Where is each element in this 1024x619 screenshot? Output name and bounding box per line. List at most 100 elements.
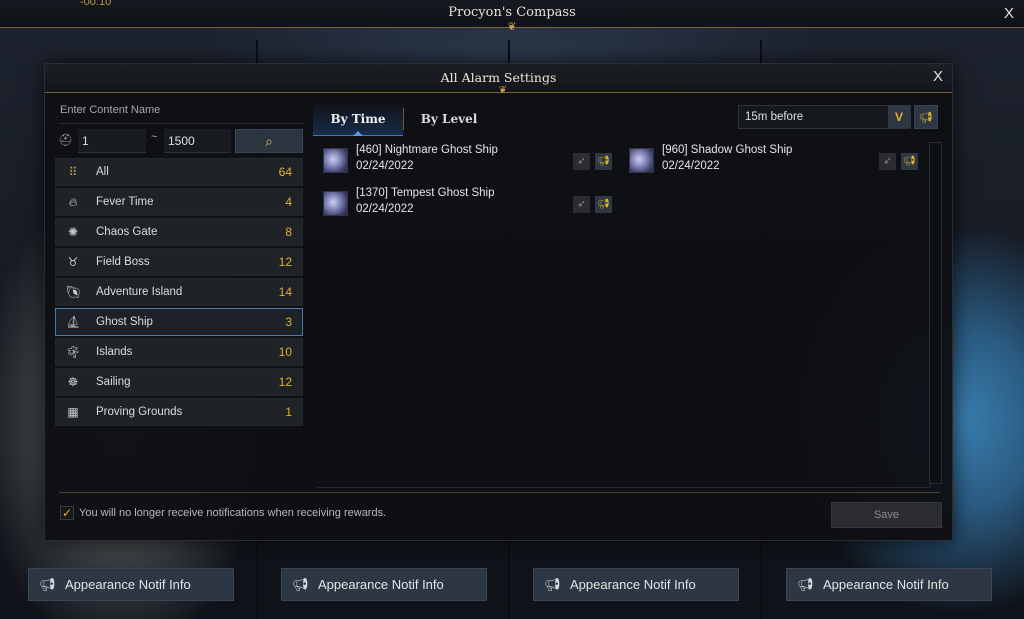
window-close-button[interactable]: X [1004,5,1014,22]
category-label: Chaos Gate [96,226,158,238]
alarm-entry: [1370] Tempest Ghost Ship 02/24/2022 ➶ 📢… [317,187,617,223]
compass-icon: ➶ [577,156,586,167]
list-scrollbar[interactable] [929,142,942,484]
appearance-notif-button[interactable]: 📢︎ Appearance Notif Info [786,568,992,601]
alarm-entry: [460] Nightmare Ghost Ship 02/24/2022 ➶ … [317,144,617,180]
category-count: 8 [285,225,292,239]
compass-pin-button[interactable]: ➶ [879,153,896,170]
button-label: Appearance Notif Info [570,577,696,592]
appearance-notif-button[interactable]: 📢︎ Appearance Notif Info [533,568,739,601]
level-min-input[interactable] [78,129,146,153]
horned-skull-icon: ♉︎ [67,255,79,269]
category-item-islands[interactable]: 🌴︎ Islands 10 [55,338,303,366]
appearance-notif-button[interactable]: 📢︎ Appearance Notif Info [281,568,487,601]
ghost-ship-thumbnail [323,191,348,216]
divider [59,492,940,493]
reward-notice: ✓ You will no longer receive notificatio… [60,506,386,520]
entry-date: 02/24/2022 [356,160,414,172]
ship-wheel-icon: ☸ [67,375,79,389]
window-title: Procyon's Compass [448,5,576,20]
category-count: 14 [278,285,292,299]
category-item-ghost-ship[interactable]: ⛵︎ Ghost Ship 3 [55,308,303,336]
compass-icon: ➶ [883,156,892,167]
category-label: Ghost Ship [96,316,153,328]
compass-pin-button[interactable]: ➶ [573,196,590,213]
entry-name: [960] Shadow Ghost Ship [662,144,793,156]
portal-icon: ✺ [67,225,79,239]
megaphone-icon: 📢︎ [919,111,933,124]
megaphone-icon: 📢︎ [597,199,610,210]
shell-icon: 🐚︎ [65,285,81,299]
category-count: 12 [278,255,292,269]
category-count: 64 [278,165,292,179]
save-button[interactable]: Save [831,502,942,528]
level-separator: ~ [151,131,158,143]
level-max-input[interactable] [164,129,231,153]
alarm-settings-modal: All Alarm Settings ❦ X Enter Content Nam… [44,63,953,541]
category-item-adventure-island[interactable]: 🐚︎ Adventure Island 14 [55,278,303,306]
category-label: Proving Grounds [96,406,183,418]
reward-notice-checkbox[interactable]: ✓ [60,506,74,520]
category-count: 12 [278,375,292,389]
ornament-icon: ❦ [498,85,508,96]
category-label: All [96,166,109,178]
category-label: Field Boss [96,256,150,268]
alarm-entry: [960] Shadow Ghost Ship 02/24/2022 ➶ 📢︎ [623,144,923,180]
alarm-toggle-button[interactable]: 📢︎ [595,153,612,170]
grid-icon: ⠿ [68,165,78,179]
category-count: 4 [285,195,292,209]
arena-icon: ▦ [67,405,79,419]
modal-close-button[interactable]: X [933,68,943,85]
search-button[interactable]: ⌕ [235,129,303,153]
megaphone-icon: 📢︎ [597,156,610,167]
button-label: Appearance Notif Info [318,577,444,592]
category-label: Islands [96,346,133,358]
megaphone-icon: 📢︎ [797,576,814,592]
megaphone-icon: 📢︎ [544,576,561,592]
category-item-field-boss[interactable]: ♉︎ Field Boss 12 [55,248,303,276]
category-item-fever-time[interactable]: 🔥︎ Fever Time 4 [55,188,303,216]
helmet-icon: ⛑︎ [58,133,74,147]
entry-name: [460] Nightmare Ghost Ship [356,144,498,156]
compass-pin-button[interactable]: ➶ [573,153,590,170]
reward-notice-text: You will no longer receive notifications… [79,507,387,519]
tab-by-level[interactable]: By Level [404,102,494,136]
ghost-ship-thumbnail [629,148,654,173]
button-label: Appearance Notif Info [823,577,949,592]
sort-tabs: By Time By Level [313,102,494,136]
modal-title: All Alarm Settings [440,70,557,85]
category-count: 1 [285,405,292,419]
alarm-toggle-button[interactable]: 📢︎ [901,153,918,170]
button-label: Appearance Notif Info [65,577,191,592]
category-item-proving-grounds[interactable]: ▦ Proving Grounds 1 [55,398,303,426]
category-item-chaos-gate[interactable]: ✺ Chaos Gate 8 [55,218,303,246]
search-icon: ⌕ [265,132,273,149]
chevron-down-icon[interactable]: V [888,106,910,128]
category-item-sailing[interactable]: ☸ Sailing 12 [55,368,303,396]
window-titlebar: -00:10 Procyon's Compass ❦ X [0,0,1024,33]
megaphone-icon: 📢︎ [39,576,56,592]
category-count: 3 [285,315,292,329]
alarm-timing-value: 15m before [745,111,804,123]
category-label: Fever Time [96,196,154,208]
compass-icon: ➶ [577,199,586,210]
appearance-notif-button[interactable]: 📢︎ Appearance Notif Info [28,568,234,601]
flame-icon: 🔥︎ [68,194,78,209]
entry-date: 02/24/2022 [356,203,414,215]
megaphone-icon: 📢︎ [903,156,916,167]
ghost-ship-thumbnail [323,148,348,173]
category-item-all[interactable]: ⠿ All 64 [55,158,303,186]
alarm-list: [460] Nightmare Ghost Ship 02/24/2022 ➶ … [317,142,931,488]
tab-by-time[interactable]: By Time [313,102,403,136]
alarm-timing-select[interactable]: 15m before V [738,105,911,129]
modal-header: All Alarm Settings ❦ X [45,64,952,96]
alarm-toggle-button[interactable]: 📢︎ [595,196,612,213]
entry-name: [1370] Tempest Ghost Ship [356,187,495,199]
alarm-all-toggle[interactable]: 📢︎ [914,105,938,129]
category-label: Sailing [96,376,131,388]
content-name-search-input[interactable]: Enter Content Name [59,104,303,124]
category-label: Adventure Island [96,286,183,298]
ship-icon: ⛵︎ [65,315,81,329]
category-list: ⠿ All 64 🔥︎ Fever Time 4 ✺ Chaos Gate 8 … [55,158,303,428]
category-count: 10 [278,345,292,359]
